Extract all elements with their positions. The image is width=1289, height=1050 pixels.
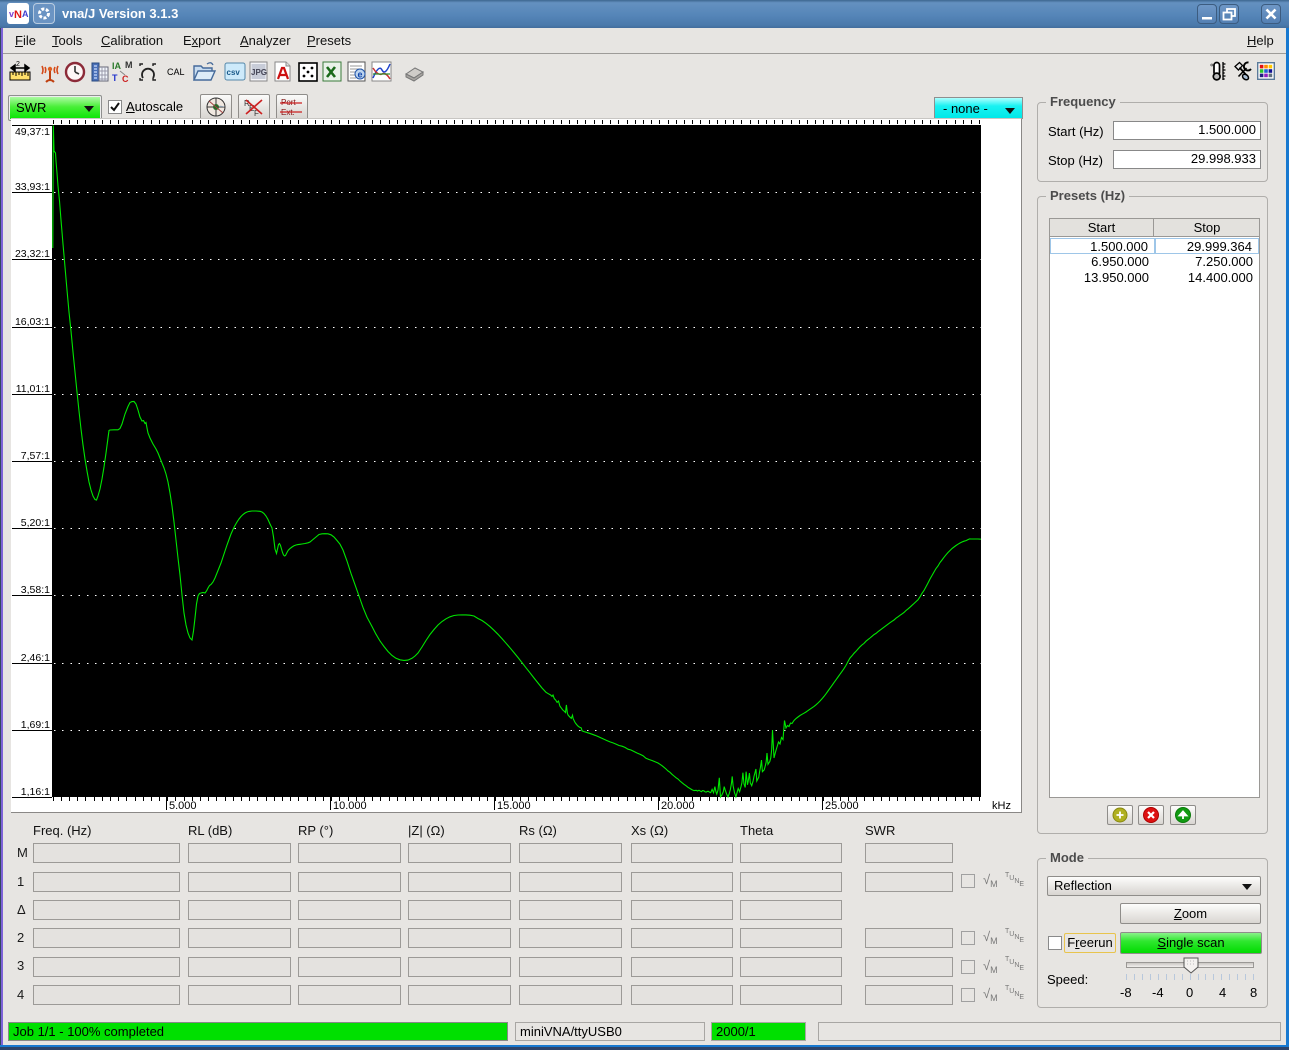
svg-text:15.000: 15.000	[497, 800, 531, 812]
svg-text:10.000: 10.000	[333, 800, 367, 812]
svg-text:25.000: 25.000	[825, 800, 859, 812]
svg-text:e: e	[358, 70, 363, 80]
svg-text:C: C	[122, 74, 129, 84]
svg-text:23,32:1: 23,32:1	[15, 248, 50, 260]
svg-text:3,58:1: 3,58:1	[21, 584, 50, 596]
svg-text:CAL: CAL	[167, 67, 185, 77]
svg-text:1,69:1: 1,69:1	[21, 719, 50, 731]
svg-text:5,20:1: 5,20:1	[21, 517, 50, 529]
svg-text:5.000: 5.000	[169, 800, 197, 812]
svg-text:A: A	[22, 9, 29, 19]
svg-text:2: 2	[16, 61, 20, 68]
svg-text:7,57:1: 7,57:1	[21, 450, 50, 462]
svg-text:csv: csv	[227, 68, 241, 77]
svg-text:N: N	[14, 9, 22, 21]
svg-text:IA: IA	[112, 61, 122, 71]
svg-text:M: M	[125, 60, 133, 70]
svg-text:11,01:1: 11,01:1	[16, 383, 50, 395]
svg-text:33,93:1: 33,93:1	[15, 181, 50, 193]
svg-text:49,37:1: 49,37:1	[15, 126, 50, 138]
svg-text:T: T	[112, 73, 118, 83]
svg-text:1,16:1: 1,16:1	[21, 786, 50, 798]
svg-text:JPG: JPG	[251, 68, 267, 77]
svg-text:kHz: kHz	[992, 800, 1011, 812]
svg-text:16,03:1: 16,03:1	[15, 316, 50, 328]
svg-text:20.000: 20.000	[661, 800, 695, 812]
svg-text:2,46:1: 2,46:1	[21, 652, 50, 664]
